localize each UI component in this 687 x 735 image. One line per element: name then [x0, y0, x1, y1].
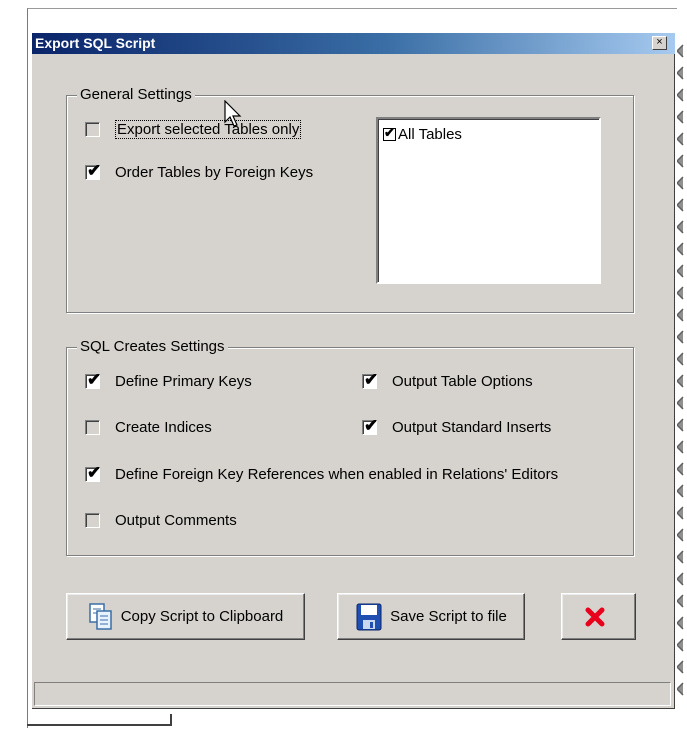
checkmark-icon: ✔ — [87, 160, 102, 180]
all-tables-label: All Tables — [398, 126, 462, 143]
output-comments-label: Output Comments — [115, 511, 237, 529]
define-pk-label: Define Primary Keys — [115, 372, 252, 390]
order-by-fk-label: Order Tables by Foreign Keys — [115, 163, 314, 181]
output-comments-box[interactable] — [85, 512, 100, 528]
create-indices-label: Create Indices — [115, 418, 212, 436]
export-selected-label: Export selected Tables only — [115, 119, 302, 139]
sql-creates-legend: SQL Creates Settings — [77, 338, 228, 356]
title-bar[interactable]: Export SQL Script × — [32, 33, 675, 54]
output-inserts-box[interactable]: ✔ — [362, 416, 378, 435]
export-selected-checkbox[interactable]: Export selected Tables only — [85, 119, 302, 139]
create-indices-box[interactable] — [85, 419, 100, 435]
list-item[interactable]: ✔ All Tables — [383, 125, 462, 143]
red-x-icon — [585, 607, 605, 626]
save-button-label: Save Script to file — [390, 608, 507, 625]
copy-button-label: Copy Script to Clipboard — [120, 608, 284, 625]
status-bar — [34, 682, 671, 706]
close-icon: × — [656, 36, 663, 48]
checkmark-icon: ✔ — [87, 462, 102, 482]
define-pk-box[interactable]: ✔ — [85, 370, 101, 389]
checkmark-icon: ✔ — [87, 369, 102, 389]
save-to-file-button[interactable]: Save Script to file — [337, 593, 525, 640]
floppy-disk-icon — [356, 603, 382, 630]
cancel-button[interactable] — [561, 593, 636, 640]
output-inserts-checkbox[interactable]: ✔ Output Standard Inserts — [362, 416, 552, 437]
output-comments-checkbox[interactable]: Output Comments — [85, 510, 237, 530]
general-settings-legend: General Settings — [77, 86, 195, 104]
order-by-fk-checkbox[interactable]: ✔ Order Tables by Foreign Keys — [85, 161, 314, 182]
order-by-fk-box[interactable]: ✔ — [85, 161, 101, 180]
mouse-cursor-icon — [224, 100, 242, 127]
export-sql-dialog: Export SQL Script × General Settings Exp… — [32, 33, 675, 709]
background-window-tab — [27, 714, 172, 726]
background-window-edge — [677, 35, 687, 735]
define-pk-checkbox[interactable]: ✔ Define Primary Keys — [85, 370, 252, 391]
export-selected-box[interactable] — [85, 121, 100, 137]
checkmark-icon: ✔ — [364, 369, 379, 389]
checkmark-icon: ✔ — [384, 125, 395, 140]
tables-listbox[interactable]: ✔ All Tables — [376, 117, 601, 284]
window-title: Export SQL Script — [35, 35, 156, 51]
output-table-options-label: Output Table Options — [392, 372, 533, 390]
output-table-options-box[interactable]: ✔ — [362, 370, 378, 389]
clipboard-copy-icon — [88, 602, 112, 630]
define-fk-label: Define Foreign Key References when enabl… — [115, 465, 559, 483]
checkmark-icon: ✔ — [364, 415, 379, 435]
output-inserts-label: Output Standard Inserts — [392, 418, 552, 436]
create-indices-checkbox[interactable]: Create Indices — [85, 417, 212, 437]
define-fk-box[interactable]: ✔ — [85, 463, 101, 482]
close-button[interactable]: × — [652, 36, 667, 50]
all-tables-box[interactable]: ✔ — [383, 125, 396, 141]
copy-to-clipboard-button[interactable]: Copy Script to Clipboard — [66, 593, 305, 640]
define-fk-checkbox[interactable]: ✔ Define Foreign Key References when ena… — [85, 463, 559, 484]
output-table-options-checkbox[interactable]: ✔ Output Table Options — [362, 370, 533, 391]
